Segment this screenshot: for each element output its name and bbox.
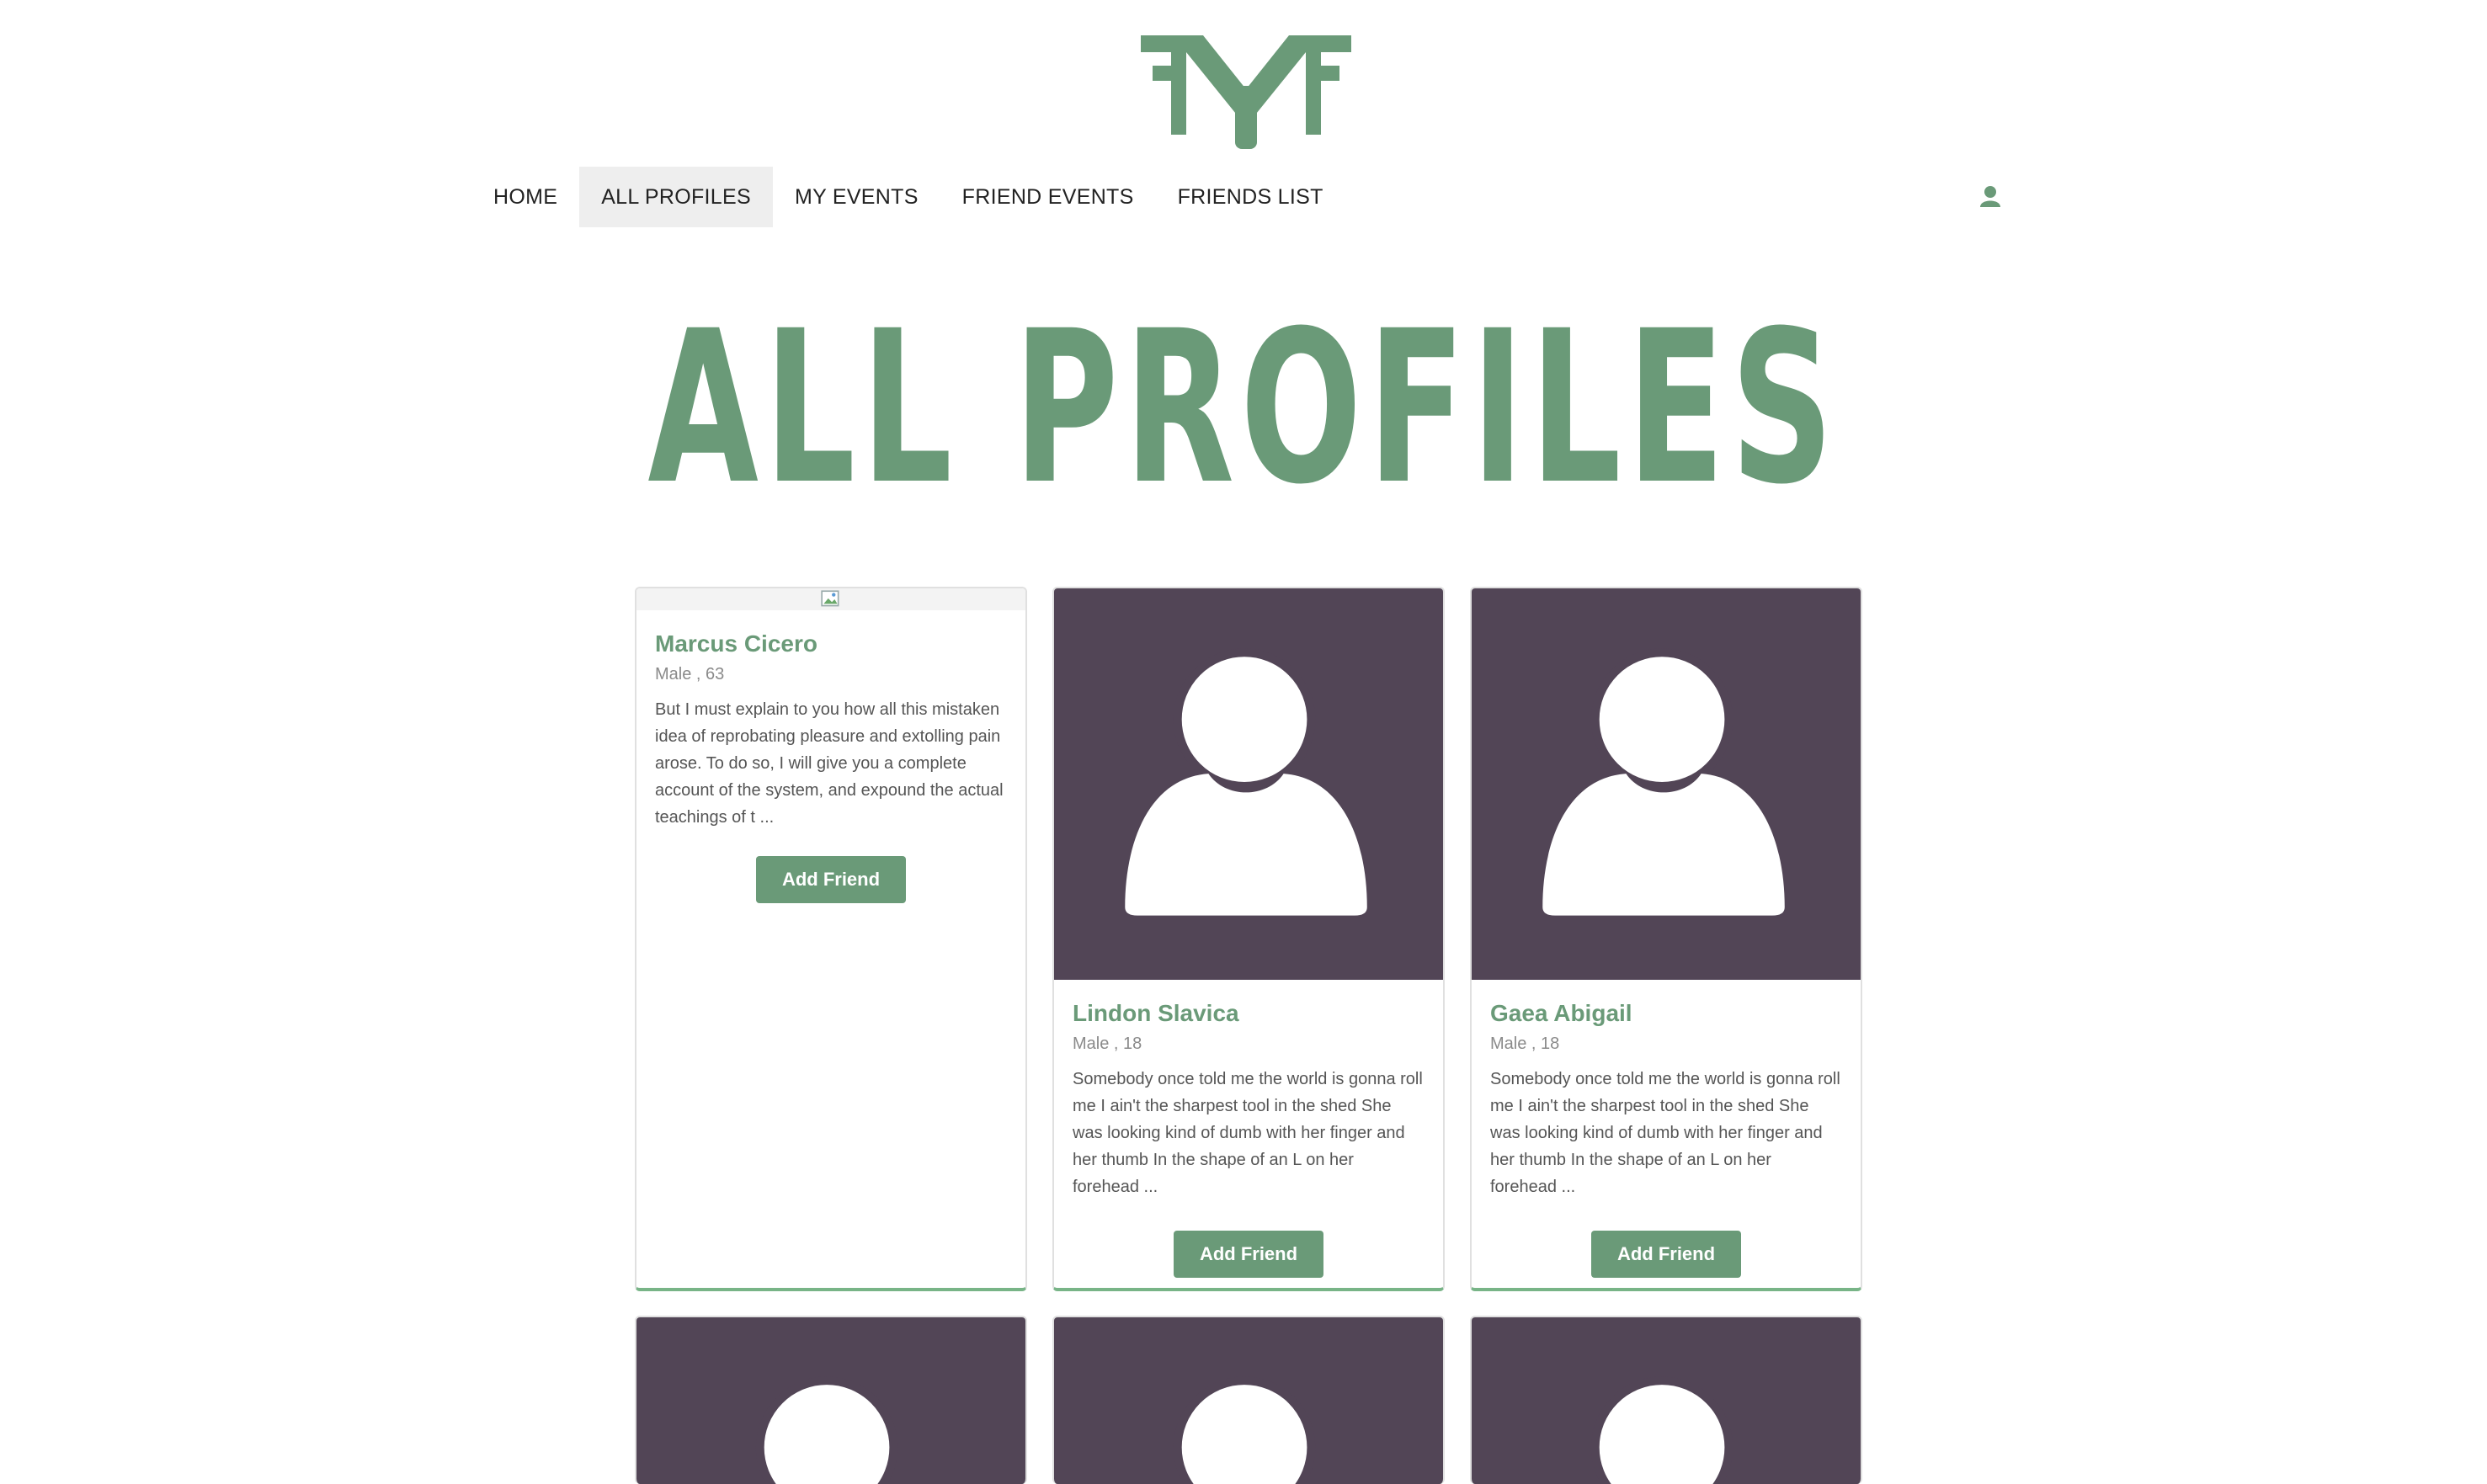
profile-card bbox=[1052, 1316, 1445, 1484]
profile-description: Somebody once told me the world is gonna… bbox=[1073, 1070, 1423, 1196]
add-friend-button[interactable]: Add Friend bbox=[756, 856, 906, 903]
profile-card bbox=[1470, 1316, 1862, 1484]
profile-description: Somebody once told me the world is gonna… bbox=[1490, 1070, 1840, 1196]
profile-image bbox=[1472, 588, 1861, 980]
default-avatar-icon bbox=[755, 1376, 898, 1484]
profile-image bbox=[1054, 1317, 1443, 1484]
profile-name[interactable]: Lindon Slavica bbox=[1073, 998, 1425, 1029]
profile-meta: Male , 63 bbox=[655, 665, 725, 683]
profile-image bbox=[1472, 1317, 1861, 1484]
nav-all-profiles[interactable]: ALL PROFILES bbox=[579, 167, 773, 227]
default-avatar-icon bbox=[1173, 1376, 1316, 1484]
profile-image bbox=[636, 1317, 1025, 1484]
broken-image-icon bbox=[821, 590, 839, 607]
nav-my-events[interactable]: MY EVENTS bbox=[773, 167, 940, 227]
default-avatar-icon bbox=[1125, 648, 1367, 916]
fmf-logo[interactable] bbox=[1141, 35, 1351, 149]
page-title: ALL PROFILES bbox=[647, 285, 1840, 530]
default-avatar-icon bbox=[1542, 648, 1785, 916]
profile-image bbox=[1054, 588, 1443, 980]
profile-description: But I must explain to you how all this m… bbox=[655, 700, 1004, 827]
profile-card: Lindon Slavica Male , 18 Somebody once t… bbox=[1052, 587, 1445, 1291]
profile-card: Gaea Abigail Male , 18 Somebody once tol… bbox=[1470, 587, 1862, 1291]
profile-name[interactable]: Marcus Cicero bbox=[655, 629, 1007, 659]
profile-card: Marcus Cicero Male , 63 But I must expla… bbox=[635, 587, 1027, 1291]
add-friend-button[interactable]: Add Friend bbox=[1174, 1231, 1323, 1278]
profile-meta: Male , 18 bbox=[1073, 1035, 1142, 1053]
nav-home[interactable]: HOME bbox=[471, 167, 579, 227]
profile-name[interactable]: Gaea Abigail bbox=[1490, 998, 1842, 1029]
user-icon[interactable] bbox=[1975, 182, 2005, 212]
nav-friend-events[interactable]: FRIEND EVENTS bbox=[940, 167, 1156, 227]
profile-image bbox=[636, 588, 1025, 610]
nav-friends-list[interactable]: FRIENDS LIST bbox=[1156, 167, 1345, 227]
main-nav: HOME ALL PROFILES MY EVENTS FRIEND EVENT… bbox=[471, 167, 1345, 227]
profile-meta: Male , 18 bbox=[1490, 1035, 1560, 1053]
add-friend-button[interactable]: Add Friend bbox=[1591, 1231, 1741, 1278]
profile-card bbox=[635, 1316, 1027, 1484]
default-avatar-icon bbox=[1590, 1376, 1733, 1484]
